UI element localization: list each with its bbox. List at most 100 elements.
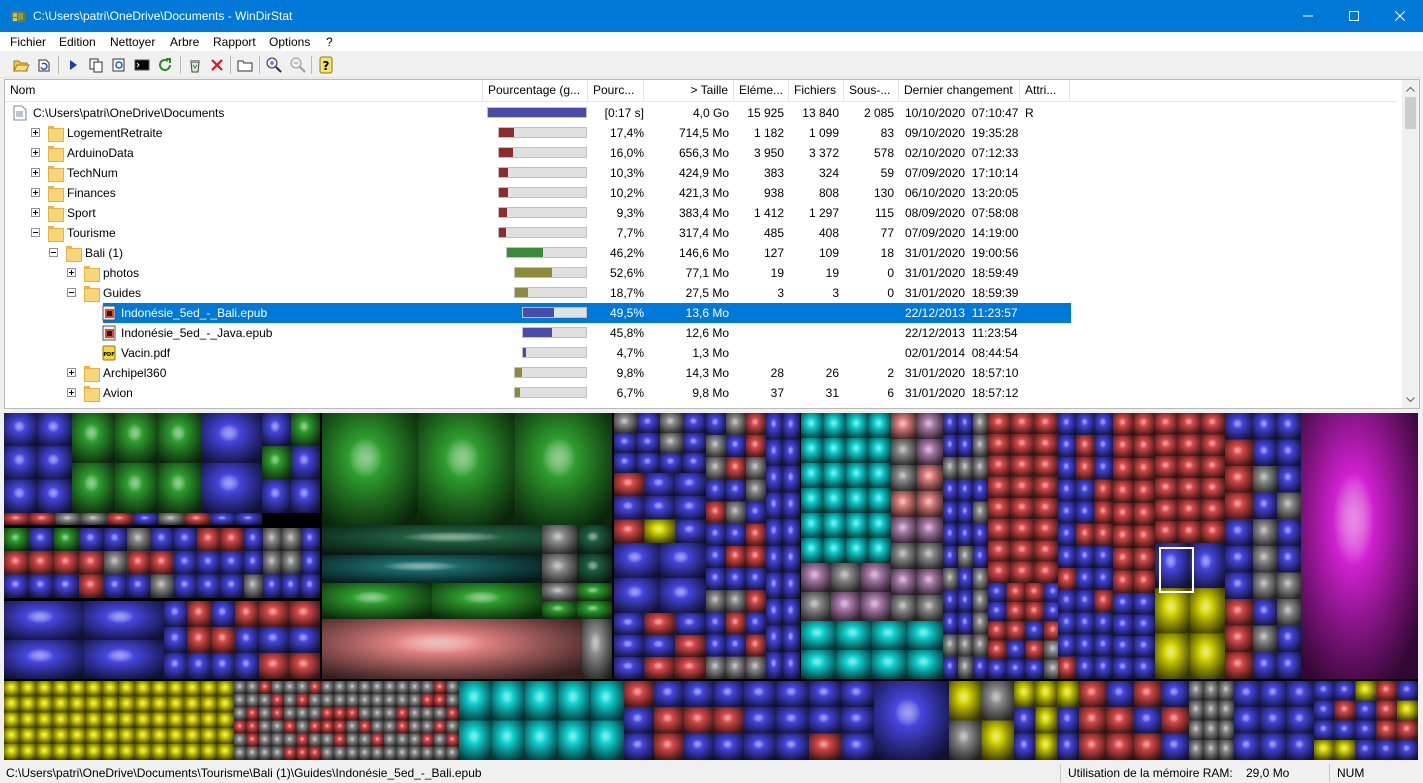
treemap-cell-shading — [683, 453, 706, 473]
tree-row[interactable]: Sport 9,3% 383,4 Mo 1 412 1 297 115 08/09/2020… — [5, 203, 1397, 223]
treemap-cell-shading — [684, 707, 714, 734]
scroll-thumb[interactable] — [1405, 97, 1416, 129]
play-icon[interactable] — [64, 56, 82, 74]
command-prompt-icon[interactable] — [133, 56, 151, 74]
menu-edition[interactable]: Edition — [59, 35, 96, 49]
treemap-cell-shading — [1134, 636, 1155, 658]
delete-icon[interactable] — [208, 56, 226, 74]
help-icon[interactable]: ? — [317, 56, 335, 74]
expand-icon[interactable] — [31, 208, 40, 217]
column-elements[interactable]: Eléme... — [734, 80, 789, 102]
treemap-cell-shading — [184, 681, 202, 697]
treemap-cell-shading — [654, 733, 684, 760]
menu-fichier[interactable]: Fichier — [10, 35, 46, 49]
expand-icon[interactable] — [67, 388, 76, 397]
treemap-cell-shading — [1094, 634, 1113, 657]
treemap-cell-shading — [614, 413, 637, 433]
tree-row[interactable]: ArduinoData 16,0% 656,3 Mo 3 950 3 372 578 02/… — [5, 143, 1397, 163]
menu-options[interactable]: Options — [269, 35, 310, 49]
treemap-cell-shading — [684, 681, 714, 708]
treemap-cell-shading — [1334, 700, 1356, 721]
treemap-view[interactable] — [4, 413, 1418, 760]
copy-path-icon[interactable] — [87, 56, 105, 74]
treemap-cell-shading — [1178, 413, 1202, 435]
menu-nettoyer[interactable]: Nettoyer — [110, 35, 155, 49]
scroll-up-button[interactable] — [1402, 80, 1419, 97]
treemap-cell-shading — [211, 653, 236, 679]
maximize-button[interactable] — [1331, 0, 1377, 32]
treemap-cell-shading — [1234, 681, 1261, 708]
treemap-cell-shading — [558, 720, 591, 760]
menu-arbre[interactable]: Arbre — [170, 35, 199, 49]
treemap-cell-shading — [591, 681, 624, 721]
zoom-out-icon[interactable] — [289, 56, 307, 74]
refresh-icon[interactable] — [156, 56, 174, 74]
tree-row[interactable]: Finances 10,2% 421,3 Mo 938 808 130 06/10/2020… — [5, 183, 1397, 203]
expand-icon[interactable] — [67, 368, 76, 377]
tree-row[interactable]: Bali (1) 46,2% 146,6 Mo 127 109 18 31/01/2020 … — [5, 243, 1397, 263]
tree-row[interactable]: PDF Vacin.pdf 4,7% 1,3 Mo 02/01/2014 08:44:5… — [5, 343, 1397, 363]
expand-icon[interactable] — [31, 188, 40, 197]
expand-icon[interactable] — [31, 148, 40, 157]
treemap-cell-shading — [396, 694, 409, 708]
item-name: Indonésie_5ed_-_Java.epub — [121, 326, 273, 340]
tree-row[interactable]: photos 52,6% 77,1 Mo 19 19 0 31/01/2020 18:59:… — [5, 263, 1397, 283]
tree-row[interactable]: LogementRetraite 17,4% 714,5 Mo 1 182 1 099 8… — [5, 123, 1397, 143]
directory-tree-list[interactable]: Nom Pourcentage (g... Pourc... > Taille … — [4, 79, 1420, 409]
menu-help[interactable]: ? — [326, 35, 333, 49]
expand-icon[interactable] — [67, 268, 76, 277]
scroll-down-button[interactable] — [1402, 391, 1419, 408]
tree-row[interactable]: Guides 18,7% 27,5 Mo 3 3 0 31/01/2020 18:59:39 — [5, 283, 1397, 303]
treemap-cell-shading — [133, 513, 159, 525]
zoom-in-icon[interactable] — [265, 56, 283, 74]
tree-row[interactable]: Archipel360 9,8% 14,3 Mo 28 26 2 31/01/2020 18… — [5, 363, 1397, 383]
refresh-all-icon[interactable] — [35, 56, 53, 74]
column-nom[interactable]: Nom — [5, 80, 483, 102]
memory-usage-label: Utilisation de la mémoire RAM: — [1068, 766, 1233, 780]
tree-row[interactable]: Indonésie_5ed_-_Bali.epub 49,5% 13,6 Mo 22/… — [5, 303, 1397, 323]
column-pourcentage-graph[interactable]: Pourcentage (g... — [483, 80, 588, 102]
column-pourcentage[interactable]: Pourc... — [588, 80, 644, 102]
tree-row[interactable]: TechNum 10,3% 424,9 Mo 383 324 59 07/09/2020 1… — [5, 163, 1397, 183]
menu-bar: Fichier Edition Nettoyer Arbre Rapport O… — [0, 32, 1423, 52]
treemap-canvas[interactable] — [4, 413, 1418, 760]
tree-row[interactable]: Indonésie_5ed_-_Java.epub 45,8% 12,6 Mo 22/… — [5, 323, 1397, 343]
treemap-cell-shading — [582, 619, 612, 679]
collapse-icon[interactable] — [31, 228, 40, 237]
explorer-icon[interactable] — [110, 56, 128, 74]
percentage-bar — [514, 367, 587, 378]
last-change-date: 31/01/2020 18:57:12 — [905, 386, 1019, 400]
column-taille[interactable]: > Taille — [644, 80, 734, 102]
treemap-cell-shading — [706, 656, 726, 679]
column-sous-dossiers[interactable]: Sous-... — [844, 80, 899, 102]
treemap-cell-shading — [949, 720, 982, 760]
expand-icon[interactable] — [31, 168, 40, 177]
treemap-cell-shading — [334, 681, 347, 695]
column-fichiers[interactable]: Fichiers — [789, 80, 844, 102]
tree-row[interactable]: Avion 6,7% 9,8 Mo 37 31 6 31/01/2020 18:57:12 — [5, 383, 1397, 403]
collapse-icon[interactable] — [49, 248, 58, 257]
treemap-cell-shading — [217, 728, 234, 745]
treemap-cell-shading — [675, 496, 706, 520]
treemap-cell-shading — [660, 453, 683, 473]
treemap-cell-shading — [1076, 634, 1095, 657]
new-folder-icon[interactable] — [236, 56, 254, 74]
vertical-scrollbar[interactable] — [1402, 80, 1419, 408]
tree-row[interactable]: Tourisme 7,7% 317,4 Mo 485 408 77 07/09/2020 1… — [5, 223, 1397, 243]
chevron-down-icon — [1406, 396, 1415, 402]
expand-icon[interactable] — [31, 128, 40, 137]
treemap-cell-shading — [917, 439, 943, 465]
column-attributs[interactable]: Attri... — [1020, 80, 1070, 102]
tree-row[interactable]: C:\Users\patri\OneDrive\Documents [0:17 s… — [5, 103, 1397, 123]
collapse-icon[interactable] — [67, 288, 76, 297]
treemap-cell-shading — [1058, 435, 1077, 458]
open-icon[interactable] — [12, 56, 30, 74]
minimize-button[interactable] — [1285, 0, 1331, 32]
treemap-cell-shading — [259, 681, 272, 695]
last-change-date: 08/09/2020 07:58:08 — [905, 206, 1019, 220]
column-dernier-changement[interactable]: Dernier changement — [899, 80, 1020, 102]
close-button[interactable] — [1377, 0, 1423, 32]
recycle-bin-icon[interactable] — [186, 56, 204, 74]
menu-rapport[interactable]: Rapport — [213, 35, 256, 49]
treemap-cell-shading — [917, 595, 943, 621]
